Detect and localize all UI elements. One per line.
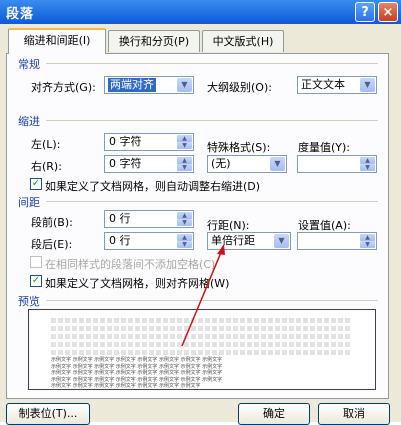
snap-to-grid-checkbox[interactable]: ✓ (30, 275, 42, 287)
spin-down-icon[interactable]: ▼ (360, 241, 375, 248)
right-indent-value: 0 字符 (109, 157, 142, 170)
space-before-spinner[interactable]: 0 行 ▲ ▼ (104, 210, 194, 228)
section-indent-heading: 缩进 (18, 115, 40, 128)
section-divider (46, 63, 378, 64)
section-preview-heading: 预览 (18, 295, 40, 308)
section-spacing-heading: 间距 (18, 196, 40, 209)
auto-adjust-indent-label: 如果定义了文档网格，则自动调整右缩进(D) (45, 180, 261, 193)
outline-level-select[interactable]: 正文文本 ▼ (297, 76, 377, 94)
right-indent-spinner[interactable]: 0 字符 ▲ ▼ (104, 155, 194, 173)
special-format-value: (无) (211, 157, 231, 170)
title-bar (0, 0, 401, 24)
alignment-select[interactable]: 两端对齐 ▼ (104, 76, 194, 94)
tab-line-page-breaks[interactable]: 换行和分页(P) (108, 30, 200, 52)
set-value-label: 设置值(A): (298, 219, 351, 232)
set-value-spinner[interactable]: ▲ ▼ (297, 232, 377, 250)
chevron-down-icon: ▼ (360, 78, 375, 92)
left-indent-spinner[interactable]: 0 字符 ▲ ▼ (104, 133, 194, 151)
right-indent-label: 右(R): (31, 160, 62, 173)
space-before-label: 段前(B): (31, 216, 73, 229)
space-before-value: 0 行 (109, 212, 131, 225)
preview-prev-paragraph (51, 350, 351, 355)
preview-line: 示例文字 示例文字 示例文字 示例文字 示例文字 示例文字 示例文字 (51, 383, 201, 389)
line-spacing-label: 行距(N): (207, 219, 250, 232)
spin-up-icon[interactable]: ▲ (177, 212, 192, 219)
special-format-select[interactable]: (无) ▼ (207, 155, 287, 173)
special-format-label: 特殊格式(S): (207, 141, 271, 154)
measure-spinner[interactable]: ▲ ▼ (297, 155, 377, 173)
outline-level-value: 正文文本 (301, 78, 345, 91)
tab-indent-spacing[interactable]: 缩进和间距(I) (8, 28, 106, 54)
auto-adjust-indent-checkbox[interactable]: ✓ (30, 178, 42, 190)
section-general-heading: 常规 (18, 58, 40, 71)
spin-up-icon[interactable]: ▲ (177, 135, 192, 142)
spin-up-icon[interactable]: ▲ (360, 157, 375, 164)
spin-up-icon[interactable]: ▲ (177, 157, 192, 164)
outline-level-label: 大纲级别(O): (207, 81, 272, 94)
annotation-arrow-head (217, 244, 225, 255)
section-divider (46, 201, 378, 202)
no-space-same-style-checkbox[interactable] (30, 256, 42, 268)
section-divider (46, 120, 378, 121)
left-indent-label: 左(L): (31, 138, 61, 151)
left-indent-value: 0 字符 (109, 135, 142, 148)
chevron-down-icon: ▼ (270, 157, 285, 171)
spin-down-icon[interactable]: ▼ (360, 164, 375, 171)
space-after-value: 0 行 (109, 234, 131, 247)
spin-up-icon[interactable]: ▲ (360, 234, 375, 241)
annotation-arrow-line (181, 249, 223, 347)
help-button[interactable]: ? (355, 2, 375, 22)
alignment-value: 两端对齐 (108, 78, 156, 92)
chevron-down-icon: ▼ (274, 234, 289, 248)
tab-asian-typography[interactable]: 中文版式(H) (202, 30, 284, 52)
spin-down-icon[interactable]: ▼ (177, 142, 192, 149)
spin-down-icon[interactable]: ▼ (177, 219, 192, 226)
annotation-arrow (181, 244, 225, 347)
measure-label: 度量值(Y): (298, 141, 351, 154)
preview-sample-text: 示例文字 示例文字 示例文字 示例文字 示例文字 示例文字 示例文字 示例文字 … (51, 357, 371, 389)
alignment-label: 对齐方式(G): (31, 81, 96, 94)
spin-down-icon[interactable]: ▼ (177, 164, 192, 171)
space-after-label: 段后(E): (31, 238, 73, 251)
chevron-down-icon: ▼ (177, 78, 192, 92)
window-title: 段落 (6, 7, 35, 22)
close-button[interactable]: × (378, 2, 398, 22)
